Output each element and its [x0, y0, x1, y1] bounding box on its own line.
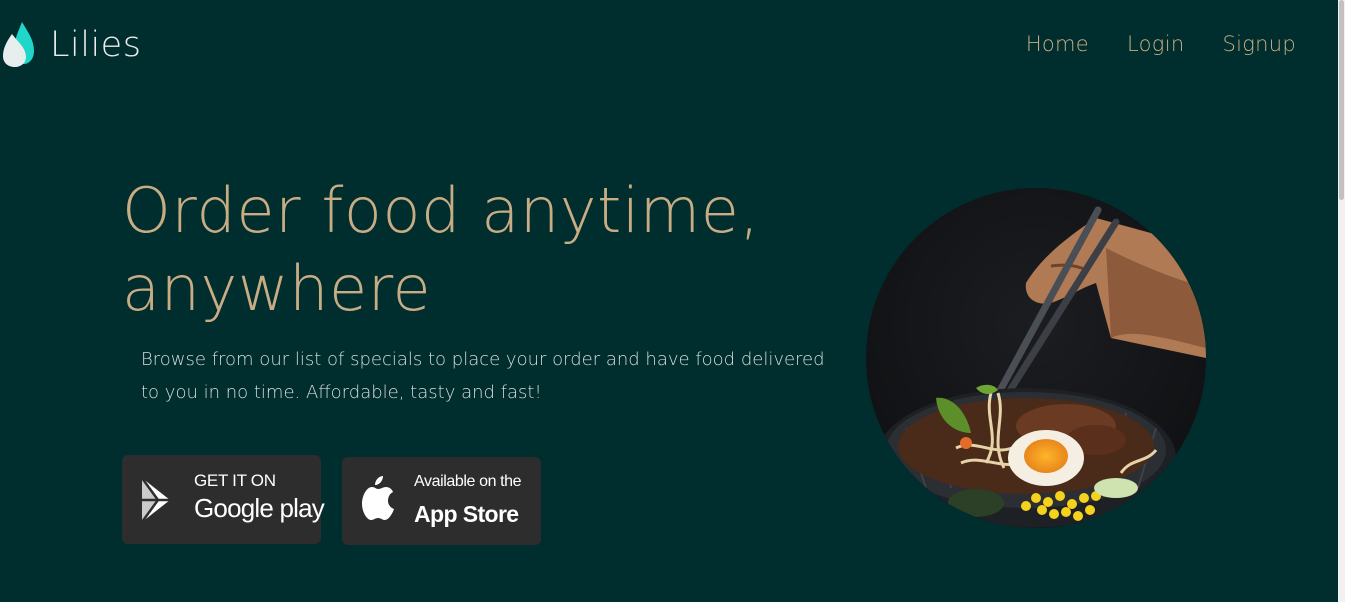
apple-icon [362, 476, 394, 520]
google-play-small-text: GET IT ON [194, 471, 276, 490]
google-play-big-text: Google play [194, 493, 325, 523]
brand-logo-link[interactable]: Lilies [0, 18, 141, 70]
leaf-drops-icon [3, 22, 34, 67]
nav-home-link[interactable]: Home [1026, 32, 1089, 57]
google-play-icon [140, 477, 170, 523]
ramen-bowl-chopsticks-image [866, 188, 1206, 528]
landing-page: Lilies Home Login Signup Order food anyt… [0, 0, 1338, 602]
app-store-big-text: App Store [414, 501, 519, 527]
app-store-button[interactable]: Available on the App Store [342, 457, 541, 545]
hero-title: Order food anytime, anywhere [122, 172, 822, 328]
hero-title-line1: Order food anytime, [122, 174, 760, 247]
main-nav: Home Login Signup [1026, 32, 1296, 57]
nav-login-link[interactable]: Login [1127, 32, 1184, 57]
page-scrollbar[interactable] [1338, 0, 1345, 602]
hero-food-image [866, 188, 1206, 528]
hero-title-line2: anywhere [122, 252, 432, 325]
brand-name: Lilies [50, 24, 142, 65]
google-play-button[interactable]: GET IT ON Google play [122, 455, 325, 544]
hero-description: Browse from our list of specials to plac… [141, 349, 825, 403]
nav-signup-link[interactable]: Signup [1222, 32, 1296, 57]
scrollbar-thumb[interactable] [1339, 0, 1344, 200]
app-store-small-text: Available on the [414, 473, 522, 490]
